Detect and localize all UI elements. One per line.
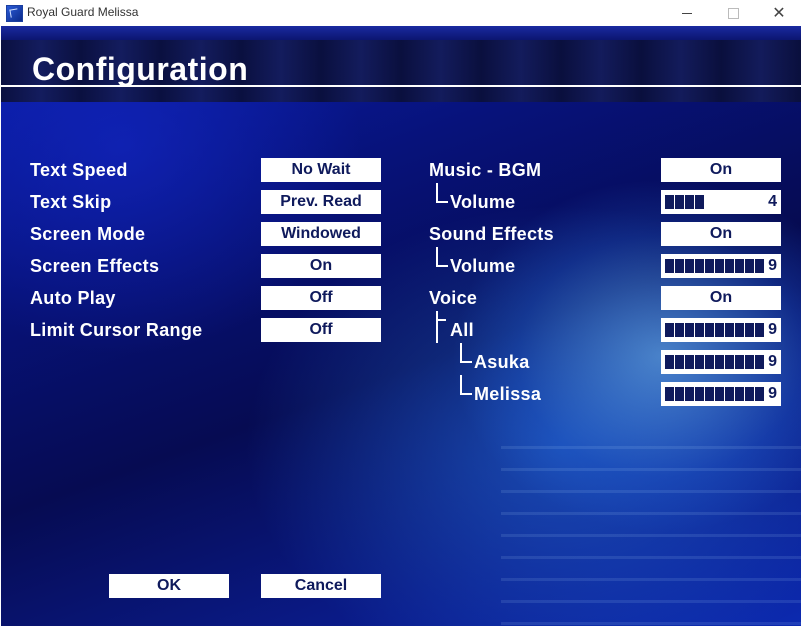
music-volume-slider[interactable]: 4: [661, 190, 781, 214]
voice-asuka-label: Asuka: [474, 352, 530, 372]
volume-bar: [665, 387, 765, 401]
maximize-button[interactable]: [710, 0, 756, 26]
tree-connector: [460, 343, 472, 363]
tree-connector: [436, 319, 448, 343]
voice-all-value: 9: [768, 321, 777, 338]
header-top-strip: [1, 26, 801, 40]
auto-play-label: Auto Play: [30, 288, 116, 308]
cancel-button[interactable]: Cancel: [261, 574, 381, 598]
volume-bar: [665, 195, 705, 209]
sound-volume-slider[interactable]: 9: [661, 254, 781, 278]
sound-volume-value: 9: [768, 257, 777, 274]
sound-volume-label: Volume: [450, 256, 516, 276]
auto-play-button[interactable]: Off: [261, 286, 381, 310]
tree-connector: [460, 375, 472, 395]
text-skip-button[interactable]: Prev. Read: [261, 190, 381, 214]
background-stripes: [501, 446, 801, 626]
text-speed-button[interactable]: No Wait: [261, 158, 381, 182]
voice-label: Voice: [429, 288, 478, 308]
limit-cursor-range-button[interactable]: Off: [261, 318, 381, 342]
voice-melissa-slider[interactable]: 9: [661, 382, 781, 406]
volume-bar: [665, 323, 765, 337]
tree-connector: [436, 247, 448, 267]
music-bgm-button[interactable]: On: [661, 158, 781, 182]
limit-cursor-range-label: Limit Cursor Range: [30, 320, 203, 340]
window-title: Royal Guard Melissa: [27, 5, 139, 19]
minimize-button[interactable]: [664, 0, 710, 26]
music-volume-label: Volume: [450, 192, 516, 212]
voice-asuka-slider[interactable]: 9: [661, 350, 781, 374]
screen-effects-label: Screen Effects: [30, 256, 160, 276]
voice-melissa-value: 9: [768, 385, 777, 402]
title-bar: Royal Guard Melissa ✕: [0, 0, 802, 26]
close-icon: ✕: [772, 5, 786, 22]
voice-asuka-value: 9: [768, 353, 777, 370]
volume-bar: [665, 259, 765, 273]
tree-connector: [438, 319, 446, 321]
ok-button[interactable]: OK: [109, 574, 229, 598]
text-skip-label: Text Skip: [30, 192, 112, 212]
sound-effects-label: Sound Effects: [429, 224, 554, 244]
music-volume-value: 4: [768, 193, 777, 210]
sound-effects-button[interactable]: On: [661, 222, 781, 246]
voice-button[interactable]: On: [661, 286, 781, 310]
tree-connector: [436, 183, 448, 203]
minimize-icon: [682, 12, 692, 14]
page-title: Configuration: [32, 51, 249, 87]
screen-effects-button[interactable]: On: [261, 254, 381, 278]
maximize-icon: [727, 7, 739, 19]
app-icon: [6, 5, 23, 22]
screen-mode-label: Screen Mode: [30, 224, 146, 244]
screen-mode-button[interactable]: Windowed: [261, 222, 381, 246]
volume-bar: [665, 355, 765, 369]
music-bgm-label: Music - BGM: [429, 160, 542, 180]
voice-melissa-label: Melissa: [474, 384, 542, 404]
voice-all-label: All: [450, 320, 474, 340]
text-speed-label: Text Speed: [30, 160, 128, 180]
close-button[interactable]: ✕: [756, 0, 802, 26]
voice-all-slider[interactable]: 9: [661, 318, 781, 342]
game-screen: Configuration Text Speed No Wait Text Sk…: [1, 26, 801, 626]
